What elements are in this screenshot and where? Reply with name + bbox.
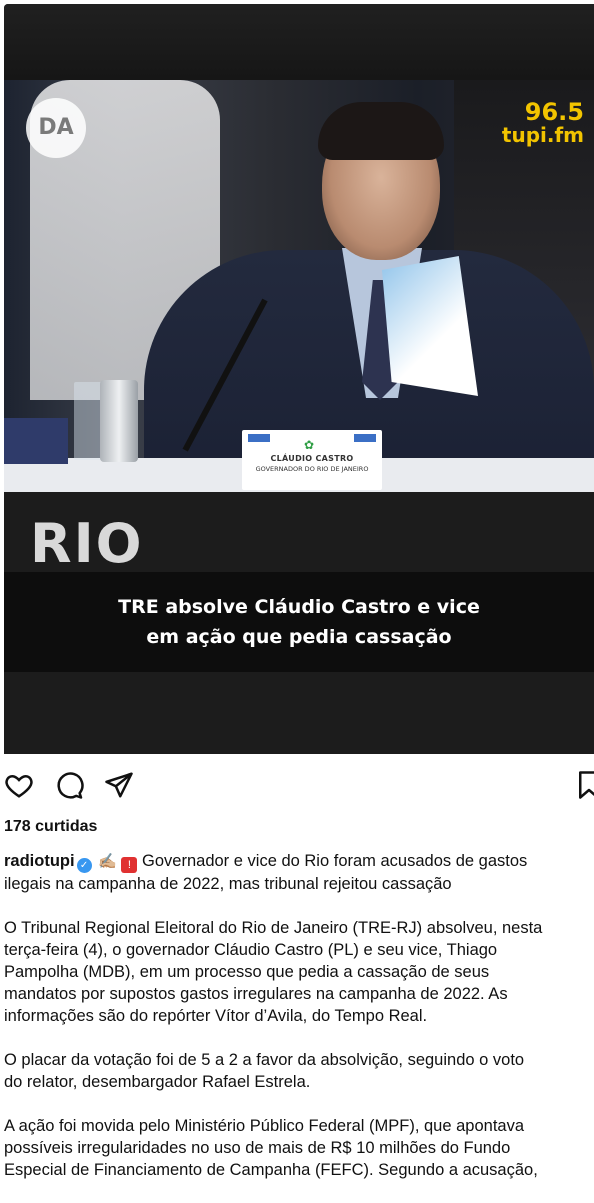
- paragraph-1-line-1: O Tribunal Regional Eleitoral do Rio de …: [4, 919, 543, 937]
- bookmark-icon[interactable]: [576, 770, 594, 800]
- headline-band: TRE absolve Cláudio Castro e vice em açã…: [4, 572, 594, 672]
- paragraph-3-line-3: Especial de Financiamento de Campanha (F…: [4, 1161, 538, 1179]
- tupi-fm-logo: 96.5 tupi.fm: [484, 100, 584, 146]
- tupi-frequency: 96.5: [524, 98, 584, 126]
- paragraph-1-line-3: Pampolha (MDB), em um processo que pedia…: [4, 963, 490, 981]
- nameplate: ✿ CLÁUDIO CASTRO GOVERNADOR DO RIO DE JA…: [242, 430, 382, 490]
- caption-paragraph-1: O Tribunal Regional Eleitoral do Rio de …: [4, 917, 594, 1027]
- heart-icon[interactable]: [4, 770, 34, 800]
- paragraph-2-line-1: O placar da votação foi de 5 a 2 a favor…: [4, 1051, 525, 1069]
- verified-badge-icon: ✓: [76, 858, 92, 873]
- nameplate-name: CLÁUDIO CASTRO: [270, 454, 354, 463]
- paragraph-2-line-2: do relator, desembargador Rafael Estrela…: [4, 1073, 311, 1091]
- caption-paragraph-3: A ação foi movida pelo Ministério Públic…: [4, 1115, 594, 1181]
- username-link[interactable]: radiotupi: [4, 852, 75, 870]
- blue-box: [4, 418, 68, 464]
- drink-can: [100, 380, 138, 462]
- like-count[interactable]: 178 curtidas: [4, 818, 97, 836]
- nameplate-stripe-left: [248, 434, 270, 442]
- hair: [318, 102, 444, 160]
- headline-line-1: TRE absolve Cláudio Castro e vice: [118, 596, 480, 618]
- caption-line-2: ilegais na campanha de 2022, mas tribuna…: [4, 875, 452, 893]
- post-caption: radiotupi ✓ ✍🏼 ! Governador e vice do Rio…: [4, 850, 594, 1203]
- comment-bubble-icon[interactable]: [54, 770, 84, 800]
- paper-plane-icon[interactable]: [104, 770, 134, 800]
- media-top-band: [4, 4, 594, 80]
- post-actions-bar: [0, 766, 594, 806]
- paragraph-3-line-2: possíveis irregularidades no uso de mais…: [4, 1139, 511, 1157]
- nameplate-role: GOVERNADOR DO RIO DE JANEIRO: [255, 465, 369, 473]
- nameplate-emblem-icon: ✿: [304, 438, 315, 452]
- nameplate-stripe-right: [354, 434, 376, 442]
- da-logo: DA: [26, 98, 86, 158]
- paragraph-1-line-5: informações são do repórter Vítor d’Avil…: [4, 1007, 428, 1025]
- paragraph-1-line-4: mandatos por supostos gastos irregulares…: [4, 985, 508, 1003]
- siren-emoji-icon: !: [121, 857, 138, 873]
- caption-line-1: Governador e vice do Rio foram acusados …: [142, 852, 528, 870]
- headline-line-2: em ação que pedia cassação: [146, 626, 452, 648]
- post-media[interactable]: ✿ CLÁUDIO CASTRO GOVERNADOR DO RIO DE JA…: [4, 4, 594, 754]
- writing-hand-emoji-icon: ✍🏼: [98, 853, 117, 870]
- paragraph-3-line-1: A ação foi movida pelo Ministério Públic…: [4, 1117, 525, 1135]
- caption-paragraph-2: O placar da votação foi de 5 a 2 a favor…: [4, 1049, 594, 1093]
- tupi-brand: tupi.fm: [501, 123, 584, 147]
- section-label: RIO: [30, 512, 144, 575]
- paragraph-1-line-2: terça-feira (4), o governador Cláudio Ca…: [4, 941, 498, 959]
